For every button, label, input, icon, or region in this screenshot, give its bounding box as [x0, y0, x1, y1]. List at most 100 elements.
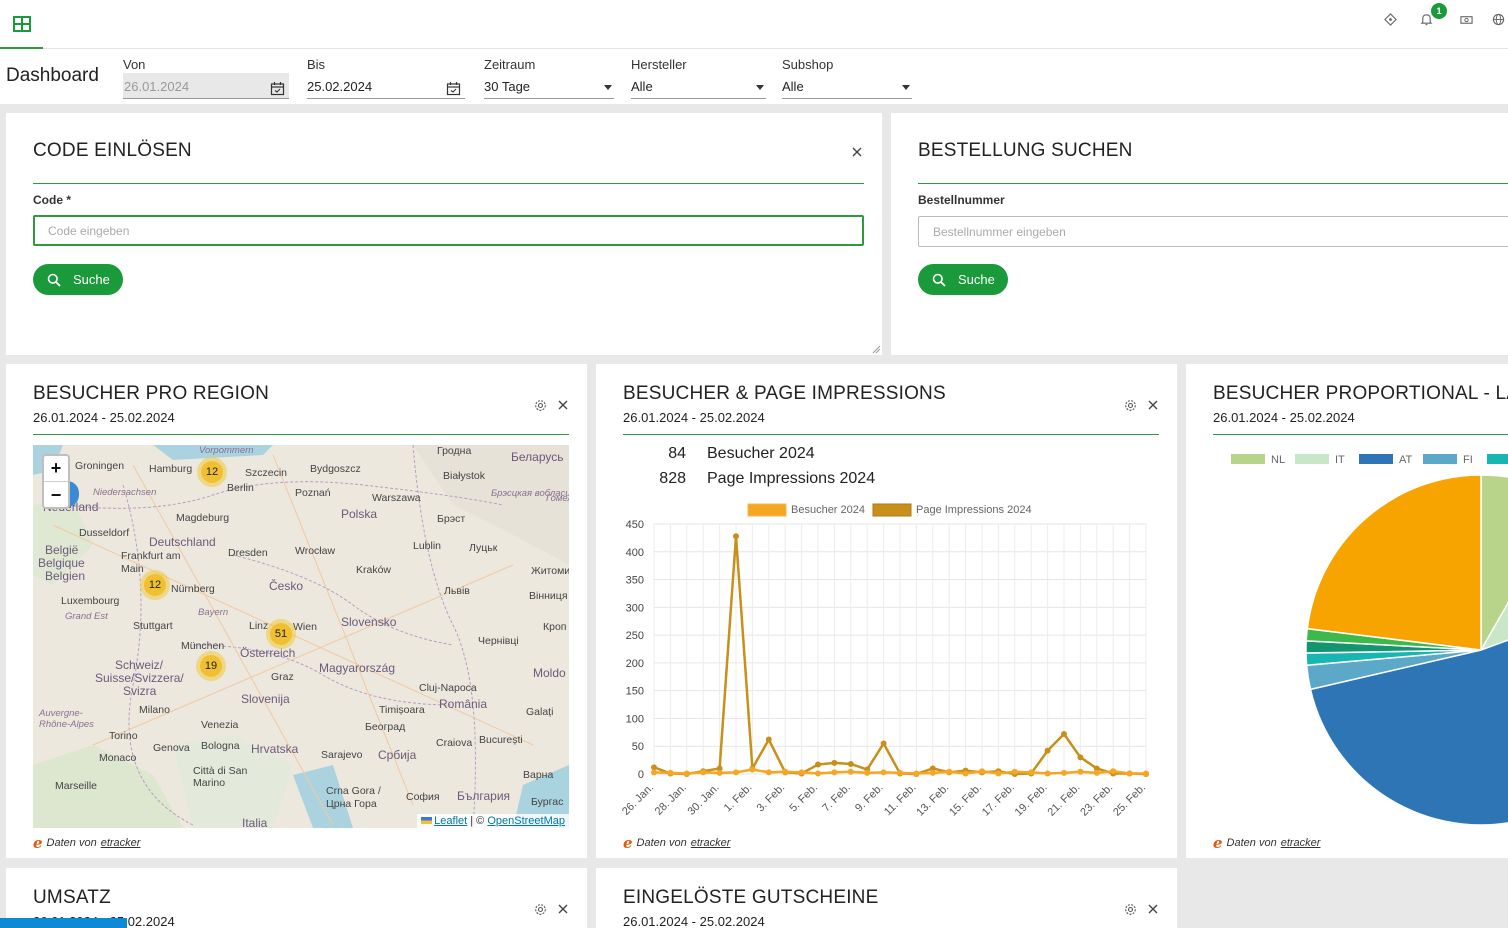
map-label: Nürnberg [171, 583, 215, 595]
map-label: Schweiz/ [115, 658, 164, 672]
bell-icon[interactable]: 1 [1419, 3, 1447, 26]
filter-bis: Bis [307, 57, 325, 73]
zeitraum-label: Zeitraum [484, 57, 536, 72]
map-cluster-marker[interactable]: 12 [197, 457, 227, 487]
region-map[interactable]: Vorpommern Hamburg Groningen Szczecin By… [33, 445, 569, 828]
code-input[interactable]: Code eingeben [33, 215, 864, 246]
y-tick-label: 200 [626, 658, 644, 670]
calendar-icon[interactable] [270, 81, 285, 96]
loading-progress-bar [0, 918, 127, 928]
close-icon[interactable] [557, 399, 569, 411]
card-divider [33, 434, 569, 435]
data-point [1061, 769, 1067, 776]
map-label: Wrocław [295, 545, 336, 557]
etracker-link[interactable]: etracker [1281, 837, 1321, 849]
map-cluster-marker[interactable]: 51 [266, 619, 296, 649]
close-icon[interactable] [1147, 903, 1159, 915]
data-point [815, 770, 821, 777]
data-point [782, 768, 789, 775]
data-point [847, 761, 854, 767]
gear-icon[interactable] [534, 399, 547, 412]
map-label: Groningen [75, 460, 125, 472]
top-icons: 1 [1363, 0, 1508, 38]
chevron-down-icon [756, 85, 764, 90]
map-label: Grand Est [65, 611, 108, 622]
map-label: Hamburg [149, 463, 193, 475]
x-tick-label: 9. Feb. [853, 782, 886, 815]
close-icon[interactable] [851, 146, 863, 158]
zoom-out-button[interactable]: − [44, 482, 68, 508]
data-credit: e Daten von etracker [33, 834, 140, 852]
map-label: София [406, 791, 440, 803]
money-icon[interactable] [1459, 12, 1473, 26]
order-search-button[interactable]: Suche [918, 264, 1008, 295]
etracker-link[interactable]: etracker [101, 837, 141, 849]
map-label: Гродна [437, 445, 472, 457]
order-number-input[interactable]: Bestellnummer eingeben [918, 216, 1508, 247]
x-tick-label: 1. Feb. [722, 782, 755, 815]
cluster-count: 19 [200, 655, 222, 677]
tag-icon[interactable] [1383, 12, 1397, 26]
code-field-label: Code * [33, 193, 72, 207]
zoom-in-button[interactable]: + [44, 456, 68, 482]
legend-swatch [1423, 454, 1457, 464]
map-label: Białystok [443, 470, 486, 482]
map-label: Bydgoszcz [310, 463, 361, 475]
zeitraum-value: 30 Tage [484, 79, 531, 94]
data-point [733, 533, 739, 540]
leaflet-link[interactable]: Leaflet [434, 815, 467, 827]
hersteller-value: Alle [631, 79, 653, 94]
map-label: Kraków [356, 564, 392, 576]
y-tick-label: 50 [632, 741, 644, 753]
region-date-range: 26.01.2024 - 25.02.2024 [33, 410, 175, 425]
data-point [716, 769, 723, 776]
gear-icon[interactable] [1124, 399, 1137, 412]
map-label: Луцьк [469, 542, 498, 554]
resize-handle-icon[interactable] [872, 345, 881, 354]
code-search-button[interactable]: Suche [33, 264, 123, 295]
map-cluster-marker[interactable]: 19 [196, 651, 226, 681]
visitors-label: Besucher 2024 [707, 445, 815, 462]
cluster-count: 12 [201, 461, 223, 483]
gutscheine-date-range: 26.01.2024 - 25.02.2024 [623, 914, 765, 928]
osm-link[interactable]: OpenStreetMap [487, 815, 565, 827]
map-label: Bologna [201, 740, 240, 752]
map-label: Auvergne-Rhône-Alpes [39, 708, 94, 730]
map-label: Чернівці [478, 635, 519, 647]
map-label: Cluj-Napoca [419, 682, 477, 694]
gear-icon[interactable] [534, 903, 547, 916]
y-tick-label: 300 [626, 602, 644, 614]
x-tick-label: 15. Feb. [947, 782, 984, 819]
map-label: Monaco [99, 752, 137, 764]
credit-prefix: Daten von [636, 837, 687, 849]
region-card: BESUCHER PRO REGION 26.01.2024 - 25.02.2… [6, 364, 587, 858]
calendar-icon[interactable] [446, 81, 461, 96]
map-label: Belgien [45, 569, 86, 583]
close-icon[interactable] [557, 903, 569, 915]
map-label: Hrvatska [251, 742, 299, 756]
hersteller-select[interactable]: Alle [631, 73, 766, 99]
map-label: Stuttgart [133, 620, 173, 632]
map-label: Lublin [413, 540, 442, 552]
globe-icon[interactable] [1491, 12, 1505, 26]
map-label: Deutschland [149, 535, 216, 549]
zeitraum-select[interactable]: 30 Tage [484, 73, 614, 99]
map-label: Szczecin [245, 467, 288, 479]
data-point [946, 768, 953, 775]
card-divider [918, 183, 1508, 184]
von-date-field[interactable]: 26.01.2024 [123, 73, 289, 99]
close-icon[interactable] [1147, 399, 1159, 411]
map-label: Гомел [546, 493, 569, 504]
home-tab[interactable] [0, 0, 43, 49]
x-tick-label: 30. Jan. [686, 782, 722, 818]
subshop-select[interactable]: Alle [782, 73, 912, 99]
bis-date-field[interactable]: 25.02.2024 [307, 73, 465, 99]
gear-icon[interactable] [1124, 903, 1137, 916]
map-cluster-marker[interactable]: 12 [140, 570, 170, 600]
impressions-date-range: 26.01.2024 - 25.02.2024 [623, 410, 765, 425]
etracker-link[interactable]: etracker [691, 837, 731, 849]
data-point [1077, 754, 1084, 761]
map-label: Svizra [123, 684, 157, 698]
map-label: București [479, 734, 523, 746]
legend-swatch [1359, 454, 1393, 464]
